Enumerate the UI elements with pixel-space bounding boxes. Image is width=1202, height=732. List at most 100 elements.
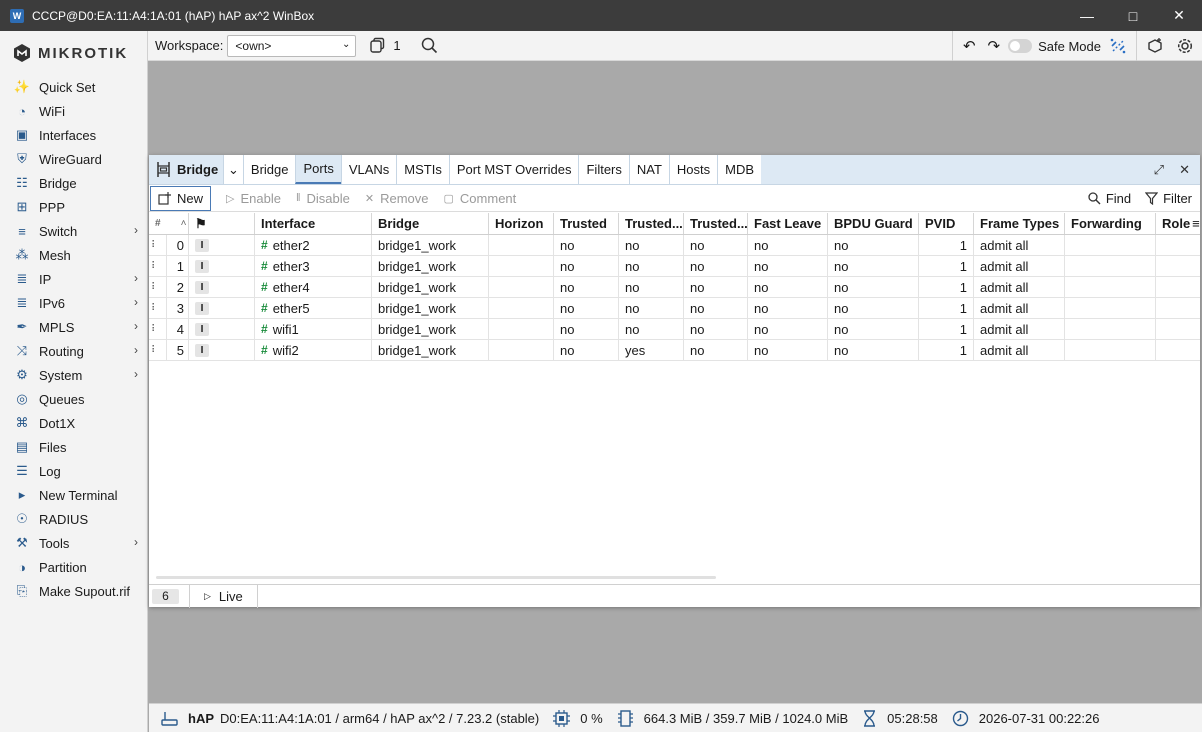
extensions-icon[interactable] xyxy=(1146,37,1164,55)
find-button[interactable]: Find xyxy=(1088,191,1131,206)
undo-icon[interactable]: ↶ xyxy=(963,37,976,55)
sidebar-item-dot1x[interactable]: ⌘ Dot1X xyxy=(0,411,147,435)
drag-handle-icon[interactable]: ⠇ xyxy=(149,298,167,318)
mikrotik-logo: MIKROTIK xyxy=(0,31,147,75)
sidebar-item-system[interactable]: ⚙ System › xyxy=(0,363,147,387)
sidebar-item-new-terminal[interactable]: ▸ New Terminal xyxy=(0,483,147,507)
search-icon[interactable] xyxy=(421,37,438,54)
inactive-flag-badge: I xyxy=(195,322,209,336)
column-header-fast-leave[interactable]: Fast Leave xyxy=(748,213,828,234)
sidebar-item-interfaces[interactable]: ▣ Interfaces xyxy=(0,123,147,147)
horizontal-scrollbar[interactable] xyxy=(156,576,716,579)
cell-interface: # ether3 xyxy=(255,256,372,276)
comment-button[interactable]: ▢ Comment xyxy=(444,191,517,206)
filter-button[interactable]: Filter xyxy=(1145,191,1192,206)
cell-trusted3: no xyxy=(684,298,748,318)
tab-mstis[interactable]: MSTIs xyxy=(396,155,449,184)
sidebar-item-log[interactable]: ☰ Log xyxy=(0,459,147,483)
sidebar-item-ppp[interactable]: ⊞ PPP xyxy=(0,195,147,219)
column-header-trusted-2[interactable]: Trusted... xyxy=(619,213,684,234)
cell-interface: # wifi2 xyxy=(255,340,372,360)
drag-handle-icon[interactable]: ⠇ xyxy=(149,235,167,255)
sidebar-item-ipv6[interactable]: ≣ IPv6 › xyxy=(0,291,147,315)
table-row[interactable]: ⠇ 5 I # wifi2 bridge1_work no yes no no no 1 admit a… xyxy=(149,340,1200,361)
sidebar-item-switch[interactable]: ≡ Switch › xyxy=(0,219,147,243)
workspace-select[interactable]: <own> ⌄ xyxy=(227,34,357,57)
maximize-button[interactable]: □ xyxy=(1110,0,1156,31)
live-button[interactable]: ▷ Live xyxy=(189,584,258,608)
tab-nat[interactable]: NAT xyxy=(628,155,669,184)
disable-button[interactable]: ‖ Disable xyxy=(296,191,350,206)
safe-mode-icon[interactable] xyxy=(1109,37,1127,55)
column-header-bpdu-guard[interactable]: BPDU Guard xyxy=(828,213,919,234)
new-button-label: New xyxy=(177,190,204,206)
settings-gear-icon[interactable] xyxy=(1176,37,1194,55)
tab-hosts[interactable]: Hosts xyxy=(668,155,718,184)
cpu-icon xyxy=(553,709,571,727)
enable-button[interactable]: ▷ Enable xyxy=(226,191,281,206)
redo-icon[interactable]: ↷ xyxy=(988,37,1001,55)
tab-vlans[interactable]: VLANs xyxy=(340,155,397,184)
column-header-flags[interactable]: ⚑ xyxy=(189,213,255,234)
tab-mdb[interactable]: MDB xyxy=(717,155,762,184)
sidebar-item-mpls[interactable]: ✒ MPLS › xyxy=(0,315,147,339)
column-header-bridge[interactable]: Bridge xyxy=(372,213,489,234)
close-icon[interactable]: ✕ xyxy=(1179,155,1190,185)
window-count[interactable]: 1 xyxy=(369,37,401,54)
sidebar-item-files[interactable]: ▤ Files xyxy=(0,435,147,459)
table-row[interactable]: ⠇ 4 I # wifi1 bridge1_work no no no no no 1 admit al… xyxy=(149,319,1200,340)
sidebar-item-wireguard[interactable]: ⛨ WireGuard xyxy=(0,147,147,171)
sidebar-item-queues[interactable]: ◎ Queues xyxy=(0,387,147,411)
sidebar-item-tools[interactable]: ⚒ Tools › xyxy=(0,531,147,555)
drag-handle-icon[interactable]: ⠇ xyxy=(149,256,167,276)
remove-button[interactable]: ✕ Remove xyxy=(365,191,429,206)
column-header-trusted[interactable]: Trusted xyxy=(554,213,619,234)
sidebar-item-routing[interactable]: ⤨ Routing › xyxy=(0,339,147,363)
cell-trusted: no xyxy=(554,277,619,297)
interfaces-icon: ▣ xyxy=(15,127,29,142)
sidebar-item-label: Mesh xyxy=(39,247,71,263)
column-header-role[interactable]: Role ≡ xyxy=(1156,213,1200,234)
cell-forwarding xyxy=(1065,256,1156,276)
cell-role xyxy=(1156,340,1200,360)
tab-bridge[interactable]: Bridge xyxy=(242,155,296,184)
tab-filters[interactable]: Filters xyxy=(578,155,629,184)
close-window-button[interactable]: ✕ xyxy=(1156,0,1202,31)
inactive-flag-badge: I xyxy=(195,280,209,294)
table-row[interactable]: ⠇ 3 I # ether5 bridge1_work no no no no no 1 admit a… xyxy=(149,298,1200,319)
sidebar-item-wifi[interactable]: ◔ WiFi xyxy=(0,99,147,123)
column-header-forwarding[interactable]: Forwarding xyxy=(1065,213,1156,234)
column-header-interface[interactable]: Interface xyxy=(255,213,372,234)
sidebar-item-partition[interactable]: ◑ Partition xyxy=(0,555,147,579)
sidebar-item-radius[interactable]: ☉ RADIUS xyxy=(0,507,147,531)
safe-mode-toggle[interactable] xyxy=(1008,39,1033,53)
column-header-pvid[interactable]: PVID xyxy=(919,213,974,234)
sidebar-item-ip[interactable]: ≣ IP › xyxy=(0,267,147,291)
column-header-trusted-3[interactable]: Trusted... xyxy=(684,213,748,234)
drag-handle-icon[interactable]: ⠇ xyxy=(149,277,167,297)
table-row[interactable]: ⠇ 2 I # ether4 bridge1_work no no no no no 1 admit a… xyxy=(149,277,1200,298)
column-menu-icon[interactable]: ≡ xyxy=(1192,216,1200,231)
cell-frame-types: admit all xyxy=(974,340,1065,360)
minimize-button[interactable]: — xyxy=(1064,0,1110,31)
drag-handle-icon[interactable]: ⠇ xyxy=(149,319,167,339)
column-header-num[interactable]: # ˄ xyxy=(149,213,189,234)
restore-window-icon[interactable]: ⤢ xyxy=(1154,155,1164,185)
new-button[interactable]: New xyxy=(150,185,212,211)
column-header-horizon[interactable]: Horizon xyxy=(489,213,554,234)
tab-ports[interactable]: Ports xyxy=(295,155,341,184)
tab-port-mst-overrides[interactable]: Port MST Overrides xyxy=(448,155,579,184)
sidebar-item-mesh[interactable]: ⁂ Mesh xyxy=(0,243,147,267)
table-row[interactable]: ⠇ 1 I # ether3 bridge1_work no no no no no 1 admit a… xyxy=(149,256,1200,277)
window-menu-dropdown[interactable]: ⌄ xyxy=(223,155,243,184)
mpls-icon: ✒ xyxy=(16,319,28,334)
column-header-frame-types[interactable]: Frame Types xyxy=(974,213,1065,234)
sidebar-item-make-supout-rif[interactable]: ⎘ Make Supout.rif xyxy=(0,579,147,603)
sidebar-item-quick-set[interactable]: ✨ Quick Set xyxy=(0,75,147,99)
ethernet-interface-icon: # xyxy=(261,343,268,357)
sidebar-item-label: System xyxy=(39,367,83,383)
sidebar-item-bridge[interactable]: ☷ Bridge xyxy=(0,171,147,195)
table-row[interactable]: ⠇ 0 I # ether2 bridge1_work no no no no no 1 admit a… xyxy=(149,235,1200,256)
drag-handle-icon[interactable]: ⠇ xyxy=(149,340,167,360)
chevron-right-icon: › xyxy=(134,271,138,285)
